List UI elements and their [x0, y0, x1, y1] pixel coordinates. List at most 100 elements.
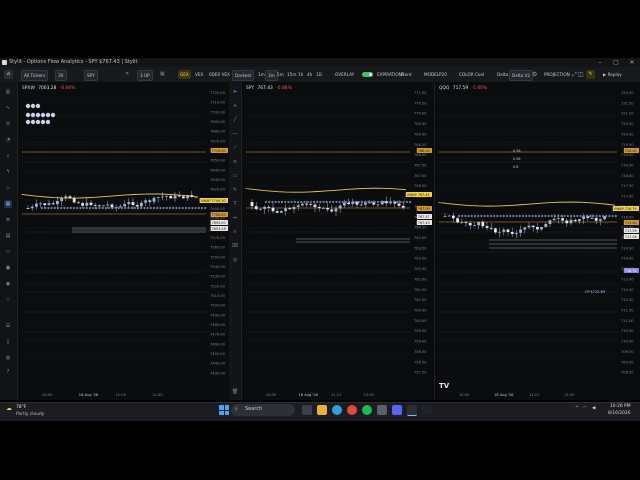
price-tag-label: 717.59: [625, 229, 637, 233]
ticker-count[interactable]: 3X: [55, 70, 67, 81]
dex-toggle[interactable]: 0DE0 VEX: [207, 70, 232, 79]
chart-panel-spy[interactable]: SPY 767.43 -0.86% 771.00 770.50 770.00 769.…: [241, 82, 434, 400]
chart-canvas[interactable]: 7720.00 7710.00 7700.00 7690.00 7680.00 7670.…: [18, 82, 230, 400]
book-icon[interactable]: ▯: [4, 338, 12, 346]
star-icon[interactable]: ☆: [4, 296, 12, 304]
app-icon[interactable]: [377, 405, 387, 415]
gex-dot: [204, 206, 207, 210]
delta-select[interactable]: Delta V2: [509, 70, 534, 81]
price-tag-label: 767.00: [418, 207, 430, 211]
gex-dot: [467, 214, 470, 218]
taskbar-search[interactable]: ⌕ Search: [231, 404, 295, 416]
help-icon[interactable]: ?: [4, 368, 12, 376]
symbol-select[interactable]: SPY: [84, 70, 98, 81]
calendar-icon[interactable]: ▣: [4, 264, 12, 272]
darkest-toggle[interactable]: Darkest: [232, 70, 255, 81]
hline-icon[interactable]: ―: [231, 130, 239, 138]
candle: [77, 202, 80, 204]
maximize-icon[interactable]: ▢: [608, 58, 624, 67]
chart-panel-spxw[interactable]: SPXW 7003.28 -0.66% 7720.00 7710.00 7700.0…: [17, 82, 230, 400]
gex-dot: [354, 200, 357, 204]
timeframe-1d[interactable]: 1D: [314, 70, 324, 79]
tickers-select[interactable]: All Tickers: [21, 70, 49, 81]
expand-icon[interactable]: ⤢: [572, 71, 577, 79]
minimize-icon[interactable]: –: [592, 58, 608, 67]
gex-dot: [92, 206, 95, 210]
user-icon[interactable]: ◍: [4, 354, 12, 362]
camera-icon[interactable]: ◫: [578, 71, 584, 78]
gex-toggle[interactable]: GEX: [178, 70, 191, 79]
text-icon[interactable]: T: [231, 200, 239, 208]
color-select[interactable]: Cool: [473, 70, 486, 79]
trash-icon[interactable]: 🗑: [231, 388, 239, 396]
measure-icon[interactable]: ⇔: [231, 214, 239, 222]
home-icon[interactable]: ⌂: [4, 70, 13, 79]
clock-date[interactable]: 8/16/2026: [608, 411, 631, 416]
close-icon[interactable]: ✕: [624, 58, 640, 67]
windows-start-icon[interactable]: [219, 405, 229, 415]
news-icon[interactable]: ▭: [4, 248, 12, 256]
layers-icon[interactable]: ≣: [4, 216, 12, 224]
timeframe-1h[interactable]: 1h: [296, 70, 305, 79]
stylit-app-icon[interactable]: [407, 405, 417, 416]
gex-dot: [402, 200, 405, 204]
cursor-icon[interactable]: ➤: [231, 88, 239, 96]
layout-grid-icon[interactable]: ▦: [160, 71, 165, 77]
ray-icon[interactable]: ⟋: [231, 144, 239, 152]
candle: [280, 211, 283, 213]
gex-dot: [370, 200, 373, 204]
gex-dot: [149, 206, 152, 210]
grid-icon[interactable]: ▦: [4, 200, 12, 208]
overlay-toggle[interactable]: [362, 72, 373, 77]
settings-icon[interactable]: ⚙: [532, 71, 537, 78]
table-icon[interactable]: ▤: [4, 232, 12, 240]
gex-dot: [172, 206, 175, 210]
chrome-icon[interactable]: [347, 405, 357, 415]
gex-dot: [181, 206, 184, 210]
chart-canvas[interactable]: 722.00 721.50 721.00 720.50 720.00 719.50 719.…: [435, 82, 640, 400]
spotify-icon[interactable]: [362, 405, 372, 415]
eye-icon[interactable]: ◎: [231, 256, 239, 264]
x-axis-tick: 16 Aug '26: [79, 393, 99, 397]
pencil-icon[interactable]: ✎: [586, 70, 595, 79]
fire-icon[interactable]: ♨: [4, 184, 12, 192]
tray-chevron-icon[interactable]: ^: [575, 406, 579, 411]
chart-panel-qqq[interactable]: QQQ 717.59 -1.60% 722.00 721.50 721.00 720.…: [434, 82, 640, 400]
tickers-label: All Tickers: [24, 73, 46, 78]
trendline-icon[interactable]: ╱: [231, 116, 239, 124]
widgets-icon[interactable]: [302, 405, 312, 415]
edge-icon[interactable]: [332, 405, 342, 415]
clock-time[interactable]: 10:26 PM: [610, 404, 631, 409]
symbol-close-icon[interactable]: ✕: [125, 71, 129, 77]
magnet-icon[interactable]: ∩: [231, 228, 239, 236]
volume-icon[interactable]: ◀: [592, 406, 595, 411]
discord-icon[interactable]: [392, 405, 402, 415]
vex-toggle[interactable]: VEX: [193, 70, 205, 79]
bell-icon[interactable]: ◉: [4, 280, 12, 288]
flow-icon[interactable]: ≡: [4, 120, 12, 128]
gex-dot: [143, 206, 146, 210]
brush-icon[interactable]: ✎: [231, 186, 239, 194]
chart-canvas[interactable]: 771.00 770.50 770.00 769.50 769.00 768.50 768.…: [242, 82, 434, 400]
rect-icon[interactable]: ▭: [231, 172, 239, 180]
scan-icon[interactable]: ⌕: [4, 152, 12, 160]
fib-icon[interactable]: ≋: [231, 158, 239, 166]
candle: [47, 203, 51, 206]
front-select[interactable]: Front: [399, 70, 414, 79]
lock-icon[interactable]: ⌧: [231, 242, 239, 250]
layout-select[interactable]: 3 UP: [137, 70, 153, 81]
timeframe-4h[interactable]: 4h: [305, 70, 314, 79]
alert-icon[interactable]: ◔: [4, 136, 12, 144]
layout-icon[interactable]: ▥: [4, 88, 12, 96]
crosshair-icon[interactable]: +: [231, 102, 239, 110]
file-explorer-icon[interactable]: [317, 405, 327, 415]
tradingview-app-icon[interactable]: [422, 405, 432, 415]
chart-icon[interactable]: ∿: [4, 104, 12, 112]
level-label: 0.56: [513, 157, 521, 161]
gex-dot: [550, 214, 553, 218]
list-icon[interactable]: ☰: [4, 322, 12, 330]
replay-button[interactable]: ▶ Replay: [601, 70, 624, 79]
bolt-icon[interactable]: ϟ: [4, 168, 12, 176]
model-select[interactable]: P20: [437, 70, 449, 79]
wifi-icon[interactable]: ◠: [583, 406, 587, 411]
